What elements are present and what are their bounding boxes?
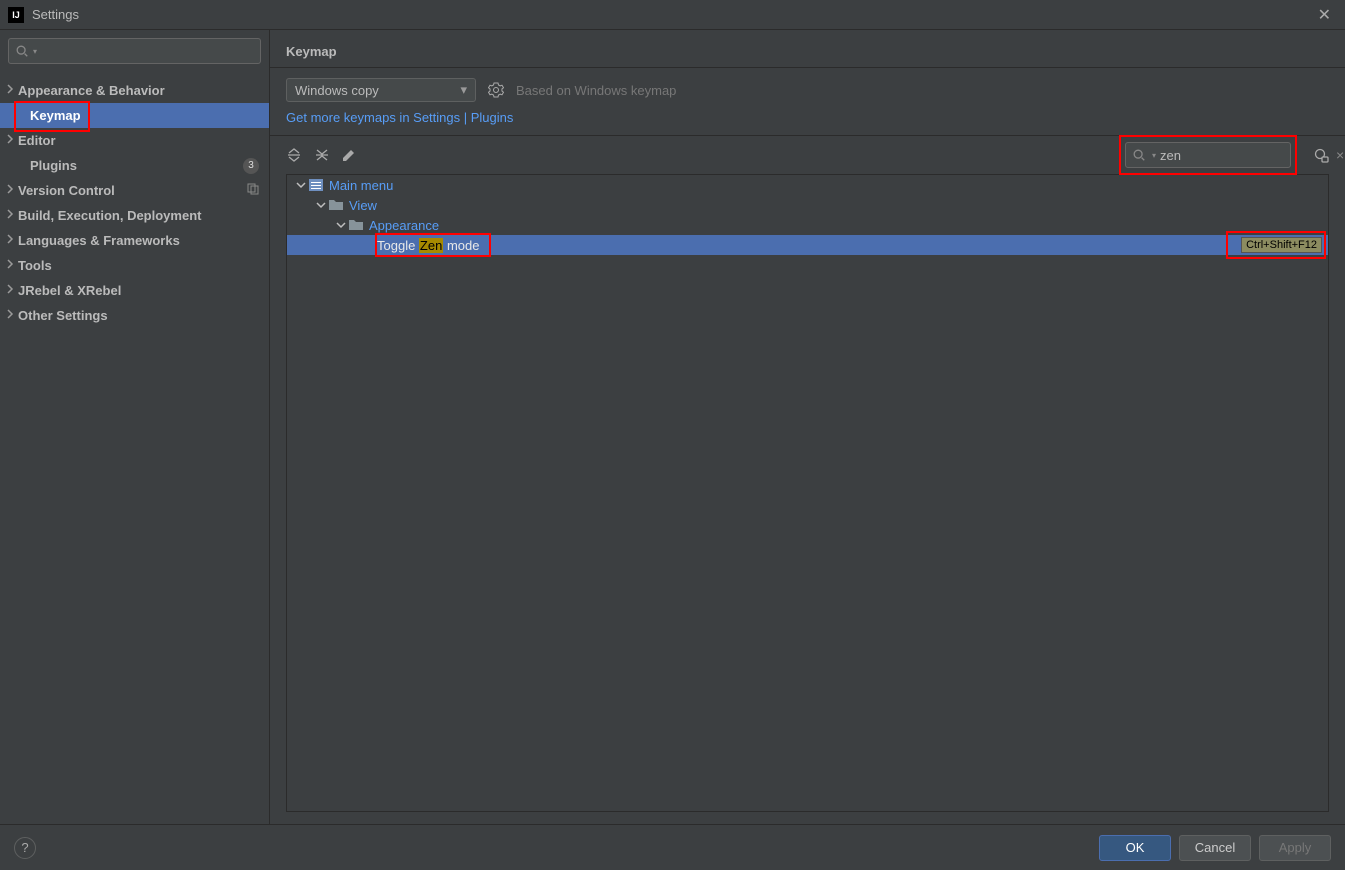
tree-row-appearance[interactable]: Appearance xyxy=(287,215,1328,235)
chevron-down-icon xyxy=(295,179,307,191)
expand-all-icon[interactable] xyxy=(286,147,302,163)
keymap-search-field[interactable] xyxy=(1160,148,1336,163)
sidebar-item-label: Build, Execution, Deployment xyxy=(18,208,201,223)
page-title: Keymap xyxy=(270,30,1345,68)
sidebar-item-label: Other Settings xyxy=(18,308,108,323)
sidebar-item-version-control[interactable]: Version Control xyxy=(0,178,269,203)
chevron-down-icon: ▾ xyxy=(1152,151,1156,160)
keymap-toolbar: Windows copy ▾ Based on Windows keymap xyxy=(270,68,1345,104)
chevron-right-icon xyxy=(4,183,16,195)
search-icon xyxy=(15,44,29,58)
settings-main: Keymap Windows copy ▾ Based on Windows k… xyxy=(270,30,1345,824)
help-icon[interactable]: ? xyxy=(14,837,36,859)
sidebar-item-label: Tools xyxy=(18,258,52,273)
tree-label: View xyxy=(349,198,377,213)
tree-label: Main menu xyxy=(329,178,393,193)
settings-sidebar: ▾ Appearance & Behavior Keymap Editor Pl… xyxy=(0,30,270,824)
keymap-search-input[interactable]: ▾ × xyxy=(1125,142,1291,168)
shortcut-badge: Ctrl+Shift+F12 xyxy=(1241,237,1322,253)
app-icon: IJ xyxy=(8,7,24,23)
clear-icon[interactable]: × xyxy=(1336,147,1344,163)
chevron-right-icon xyxy=(4,283,16,295)
sidebar-item-keymap[interactable]: Keymap xyxy=(0,103,269,128)
sidebar-item-tools[interactable]: Tools xyxy=(0,253,269,278)
sidebar-item-label: Appearance & Behavior xyxy=(18,83,165,98)
sidebar-item-label: Keymap xyxy=(30,108,81,123)
chevron-down-icon: ▾ xyxy=(460,82,467,98)
sidebar-item-plugins[interactable]: Plugins 3 xyxy=(0,153,269,178)
settings-search-input[interactable]: ▾ xyxy=(8,38,261,64)
sidebar-item-label: Version Control xyxy=(18,183,115,198)
collapse-all-icon[interactable] xyxy=(314,147,330,163)
tree-label: Toggle Zen mode xyxy=(377,238,479,253)
apply-button[interactable]: Apply xyxy=(1259,835,1331,861)
chevron-down-icon xyxy=(315,199,327,211)
folder-icon xyxy=(329,199,343,211)
action-toolbar: ▾ × xyxy=(270,135,1345,174)
folder-icon xyxy=(349,219,363,231)
sidebar-item-languages[interactable]: Languages & Frameworks xyxy=(0,228,269,253)
settings-search-field[interactable] xyxy=(41,44,254,59)
chevron-right-icon xyxy=(4,258,16,270)
keymap-select-value: Windows copy xyxy=(295,83,379,98)
tree-row-main-menu[interactable]: Main menu xyxy=(287,175,1328,195)
menu-icon xyxy=(309,179,323,191)
tree-label: Appearance xyxy=(369,218,439,233)
chevron-right-icon xyxy=(4,233,16,245)
cancel-button[interactable]: Cancel xyxy=(1179,835,1251,861)
titlebar: IJ Settings ✕ xyxy=(0,0,1345,30)
sidebar-item-label: Languages & Frameworks xyxy=(18,233,180,248)
sidebar-item-label: Plugins xyxy=(30,158,77,173)
sidebar-item-appearance-behavior[interactable]: Appearance & Behavior xyxy=(0,78,269,103)
close-icon[interactable]: ✕ xyxy=(1312,5,1337,25)
keymap-select[interactable]: Windows copy ▾ xyxy=(286,78,476,102)
based-on-text: Based on Windows keymap xyxy=(516,83,676,98)
keymap-plugins-link[interactable]: Get more keymaps in Settings | Plugins xyxy=(286,110,513,125)
dialog-footer: ? OK Cancel Apply xyxy=(0,824,1345,870)
edit-icon[interactable] xyxy=(342,148,356,162)
chevron-down-icon xyxy=(335,219,347,231)
chevron-down-icon: ▾ xyxy=(33,47,37,56)
search-icon xyxy=(1132,148,1146,162)
tree-row-toggle-zen-mode[interactable]: Toggle Zen mode Ctrl+Shift+F12 xyxy=(287,235,1328,255)
chevron-right-icon xyxy=(4,308,16,320)
chevron-right-icon xyxy=(4,83,16,95)
sidebar-item-other-settings[interactable]: Other Settings xyxy=(0,303,269,328)
window-title: Settings xyxy=(32,7,1312,22)
sidebar-item-editor[interactable]: Editor xyxy=(0,128,269,153)
sidebar-item-label: JRebel & XRebel xyxy=(18,283,121,298)
sidebar-item-label: Editor xyxy=(18,133,56,148)
keymap-plugins-link-row: Get more keymaps in Settings | Plugins xyxy=(270,104,1345,135)
chevron-right-icon xyxy=(4,208,16,220)
gear-icon[interactable] xyxy=(488,82,504,98)
plugins-badge: 3 xyxy=(243,158,259,174)
ok-button[interactable]: OK xyxy=(1099,835,1171,861)
keymap-tree[interactable]: Main menu View Appearance Toggle Zen mod… xyxy=(286,174,1329,812)
settings-nav: Appearance & Behavior Keymap Editor Plug… xyxy=(0,72,269,824)
project-icon xyxy=(247,183,259,198)
sidebar-item-build[interactable]: Build, Execution, Deployment xyxy=(0,203,269,228)
sidebar-item-jrebel[interactable]: JRebel & XRebel xyxy=(0,278,269,303)
tree-row-view[interactable]: View xyxy=(287,195,1328,215)
chevron-right-icon xyxy=(4,133,16,145)
